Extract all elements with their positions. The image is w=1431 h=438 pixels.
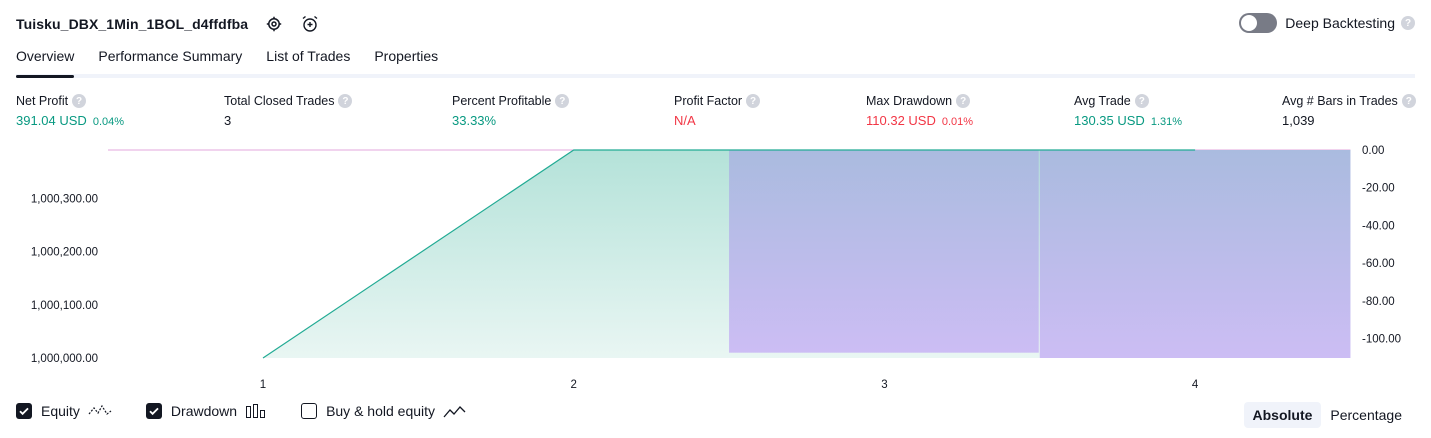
metric-label: Avg Trade [1074,94,1131,108]
metric-net-profit: Net Profit? 391.04 USD 0.04% [16,94,124,128]
equity-line-icon [88,403,112,419]
x-axis-tick: 1 [260,379,266,391]
metric-value: 391.04 USD [16,113,87,128]
info-icon[interactable]: ? [746,94,761,108]
settings-gear-icon[interactable] [264,14,284,34]
drawdown-checkbox[interactable]: Drawdown [145,403,267,419]
deep-backtesting-label: Deep Backtesting [1285,15,1395,31]
info-icon[interactable]: ? [555,94,570,108]
drawdown-bar-2 [1039,150,1351,358]
mode-percentage-button[interactable]: Percentage [1321,402,1411,428]
x-axis-tick: 3 [881,379,887,391]
equity-drawdown-chart[interactable]: 1,000,000.00 1,000,100.00 1,000,200.00 1,00… [0,140,1431,400]
help-icon[interactable]: ? [1401,16,1415,30]
left-axis-tick: 1,000,000.00 [31,353,98,365]
metric-label: Total Closed Trades [224,94,335,108]
metric-label: Avg # Bars in Trades [1282,94,1398,108]
tab-performance-summary[interactable]: Performance Summary [98,44,242,74]
checkbox-checked-icon [145,403,162,419]
display-mode-switch: Absolute Percentage [1243,402,1412,428]
checkbox-checked-icon [16,403,32,419]
checkbox-unchecked-icon [301,403,318,419]
drawdown-bars-icon [245,403,267,419]
report-tabs: Overview Performance Summary List of Tra… [16,44,1415,78]
equity-label: Equity [41,403,80,419]
strategy-header: Tuisku_DBX_1Min_1BOL_d4ffdfba [16,12,320,36]
metric-label: Net Profit [16,94,69,108]
left-axis-tick: 1,000,300.00 [31,193,98,205]
chart-legend: Equity Drawdown Buy & hold equity [16,403,501,419]
tab-list-of-trades[interactable]: List of Trades [266,44,350,74]
right-axis-tick: -80.00 [1362,296,1395,308]
metric-avg-trade: Avg Trade? 130.35 USD 1.31% [1074,94,1182,128]
right-axis-tick: 0.00 [1362,145,1384,157]
deep-backtesting-toggle[interactable] [1239,13,1278,33]
drawdown-label: Drawdown [170,403,238,419]
equity-checkbox[interactable]: Equity [16,403,112,419]
metric-percent: 0.04% [92,116,125,128]
info-icon[interactable]: ? [956,94,971,108]
right-axis-tick: -100.00 [1362,334,1401,346]
metric-max-drawdown: Max Drawdown? 110.32 USD 0.01% [866,94,973,128]
metric-label: Max Drawdown [866,94,953,108]
metric-percent: 1.31% [1150,116,1183,128]
x-axis-tick: 4 [1192,379,1199,391]
metric-value: 130.35 USD [1074,113,1145,128]
info-icon[interactable]: ? [1401,94,1416,108]
tab-properties[interactable]: Properties [374,44,438,74]
metric-percent: 0.01% [941,116,974,128]
right-axis-tick: -60.00 [1362,258,1395,270]
add-alert-clock-icon[interactable] [300,14,320,34]
left-axis-tick: 1,000,200.00 [31,247,98,259]
buy-hold-checkbox[interactable]: Buy & hold equity [301,403,467,419]
buy-hold-label: Buy & hold equity [326,403,436,419]
metric-label: Percent Profitable [452,94,552,108]
deep-backtesting-control: Deep Backtesting ? [1239,13,1415,33]
right-axis-tick: -20.00 [1362,183,1395,195]
drawdown-bar-1 [729,150,1039,353]
metric-total-closed-trades: Total Closed Trades? 3 [224,94,353,128]
metric-value: 110.32 USD [866,113,936,128]
tab-overview[interactable]: Overview [16,44,75,78]
metric-label: Profit Factor [674,94,743,108]
toggle-knob [1241,15,1258,31]
metric-percent-profitable: Percent Profitable? 33.33% [452,94,570,128]
mode-absolute-button[interactable]: Absolute [1243,402,1322,428]
metric-value: 1,039 [1282,113,1315,128]
info-icon[interactable]: ? [1134,94,1149,108]
x-axis-tick: 2 [570,379,576,391]
metric-avg-bars-in-trades: Avg # Bars in Trades? 1,039 [1282,94,1416,128]
info-icon[interactable]: ? [338,94,353,108]
buy-hold-line-icon [443,403,467,419]
metric-value: N/A [674,113,696,128]
metric-value: 3 [224,113,232,128]
metric-value: 33.33% [452,113,497,128]
strategy-name: Tuisku_DBX_1Min_1BOL_d4ffdfba [16,16,249,32]
info-icon[interactable]: ? [72,94,87,108]
right-axis-tick: -40.00 [1362,220,1395,232]
left-axis-tick: 1,000,100.00 [31,300,98,312]
metric-profit-factor: Profit Factor? N/A [674,94,761,128]
chart-svg: 1,000,000.00 1,000,100.00 1,000,200.00 1,00… [31,145,1401,391]
